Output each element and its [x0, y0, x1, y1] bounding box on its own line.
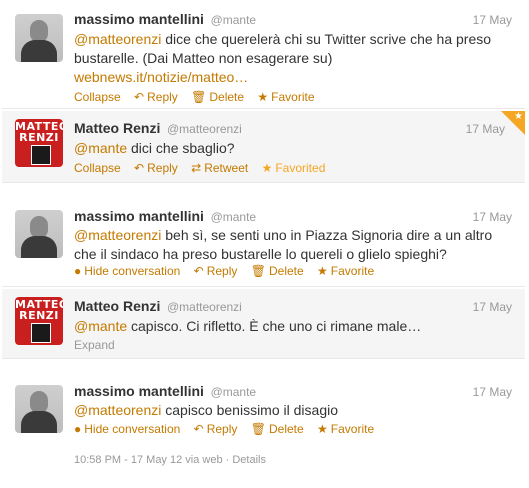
- tweet-text: @matteorenzi capisco benissimo il disagi…: [74, 401, 514, 420]
- author-name[interactable]: massimo mantellini: [74, 11, 204, 27]
- reply-button[interactable]: ↶ Reply: [194, 422, 238, 436]
- retweet-button[interactable]: ⇄ Retweet: [191, 161, 248, 175]
- reply-button[interactable]: ↶ Reply: [134, 161, 178, 175]
- tweet-text: @mante capisco. Ci rifletto. È che uno c…: [74, 317, 514, 336]
- author-handle[interactable]: @mante: [211, 210, 257, 224]
- avatar-logo-line: RENZI: [19, 309, 59, 322]
- delete-button[interactable]: 🗑 Delete: [191, 90, 244, 104]
- reply-arrow-icon: ↶: [193, 422, 204, 436]
- retweet-icon: ⇄: [191, 161, 202, 175]
- hide-conversation-label: Hide conversation: [84, 422, 181, 436]
- avatar[interactable]: [15, 210, 63, 258]
- tweet-2[interactable]: ★ MATTEO RENZI Matteo Renzi @matteorenzi…: [2, 111, 525, 183]
- avatar[interactable]: [15, 14, 63, 62]
- trash-icon: 🗑: [250, 422, 266, 436]
- tweet-date[interactable]: 17 May: [473, 13, 512, 27]
- favorite-button[interactable]: ★ Favorite: [317, 264, 374, 278]
- author-name[interactable]: massimo mantellini: [74, 208, 204, 224]
- avatar[interactable]: MATTEO RENZI: [15, 297, 63, 345]
- author-handle[interactable]: @matteorenzi: [167, 122, 242, 136]
- tweet-date[interactable]: 17 May: [473, 210, 512, 224]
- star-icon: ★: [257, 90, 269, 104]
- favorite-label: Favorite: [330, 264, 375, 278]
- reply-button[interactable]: ↶ Reply: [194, 264, 238, 278]
- tweet-body: dici che sbaglio?: [127, 140, 235, 156]
- reply-arrow-icon: ↶: [134, 90, 145, 104]
- mention-link[interactable]: @matteorenzi: [74, 227, 161, 243]
- reply-label: Reply: [147, 161, 178, 175]
- tweet-5[interactable]: massimo mantellini @mante 17 May @matteo…: [2, 377, 525, 485]
- tweet-date[interactable]: 17 May: [473, 385, 512, 399]
- reply-arrow-icon: ↶: [193, 264, 204, 278]
- tweet-1[interactable]: massimo mantellini @mante 17 May @matteo…: [2, 4, 525, 109]
- tweet-actions: ● Hide conversation ↶ Reply 🗑 Delete ★ Favor…: [74, 422, 384, 436]
- tweet-timestamp[interactable]: 10:58 PM - 17 May 12 via web · Details: [74, 454, 266, 466]
- author-name[interactable]: Matteo Renzi: [74, 120, 160, 136]
- favorited-button[interactable]: ★ Favorited: [262, 161, 326, 175]
- mention-link[interactable]: @matteorenzi: [74, 31, 161, 47]
- author-name[interactable]: massimo mantellini: [74, 383, 204, 399]
- collapse-button[interactable]: Collapse: [74, 161, 121, 175]
- delete-label: Delete: [268, 264, 304, 278]
- retweet-label: Retweet: [204, 161, 249, 175]
- favorite-label: Favorite: [330, 422, 375, 436]
- hide-conversation-button[interactable]: ● Hide conversation: [74, 422, 180, 436]
- expand-link[interactable]: Expand: [74, 338, 115, 352]
- star-icon: ★: [514, 111, 523, 122]
- conversation-bubble-icon: ●: [74, 264, 82, 278]
- reply-arrow-icon: ↶: [134, 161, 145, 175]
- tweet-4[interactable]: MATTEO RENZI Matteo Renzi @matteorenzi 1…: [2, 289, 525, 359]
- star-icon: ★: [261, 161, 273, 175]
- reply-label: Reply: [147, 90, 178, 104]
- star-icon: ★: [317, 264, 328, 278]
- avatar[interactable]: [15, 385, 63, 433]
- author-handle[interactable]: @matteorenzi: [167, 300, 242, 314]
- delete-label: Delete: [268, 422, 304, 436]
- tweet-date[interactable]: 17 May: [466, 122, 505, 136]
- reply-label: Reply: [206, 422, 238, 436]
- tweet-actions: Collapse ↶ Reply ⇄ Retweet ★ Favorited: [74, 161, 335, 175]
- tweet-text: @mante dici che sbaglio?: [74, 139, 514, 158]
- delete-button[interactable]: 🗑 Delete: [251, 264, 304, 278]
- url-link[interactable]: webnews.it/notizie/matteo…: [74, 69, 248, 85]
- mention-link[interactable]: @mante: [74, 140, 127, 156]
- tweet-text: @matteorenzi beh sì, se senti uno in Pia…: [74, 226, 514, 264]
- tweet-actions: ● Hide conversation ↶ Reply 🗑 Delete ★ Favor…: [74, 264, 384, 278]
- favorite-label: Favorite: [271, 90, 315, 104]
- favorite-button[interactable]: ★ Favorite: [257, 90, 314, 104]
- reply-label: Reply: [206, 264, 238, 278]
- avatar-logo-line: RENZI: [19, 131, 59, 144]
- conversation-bubble-icon: ●: [74, 422, 82, 436]
- tweet-date[interactable]: 17 May: [473, 300, 512, 314]
- author-name[interactable]: Matteo Renzi: [74, 298, 160, 314]
- author-handle[interactable]: @mante: [211, 13, 257, 27]
- tweet-body: capisco benissimo il disagio: [161, 402, 338, 418]
- mention-link[interactable]: @matteorenzi: [74, 402, 161, 418]
- reply-button[interactable]: ↶ Reply: [134, 90, 178, 104]
- collapse-button[interactable]: Collapse: [74, 90, 121, 104]
- trash-icon: 🗑: [191, 90, 207, 104]
- star-icon: ★: [317, 422, 328, 436]
- mention-link[interactable]: @mante: [74, 318, 127, 334]
- hide-conversation-label: Hide conversation: [84, 264, 181, 278]
- favorite-button[interactable]: ★ Favorite: [317, 422, 374, 436]
- favorited-label: Favorited: [275, 161, 326, 175]
- delete-label: Delete: [209, 90, 245, 104]
- tweet-3[interactable]: massimo mantellini @mante 17 May @matteo…: [2, 202, 525, 287]
- delete-button[interactable]: 🗑 Delete: [251, 422, 304, 436]
- tweet-actions: Collapse ↶ Reply 🗑 Delete ★ Favorite: [74, 90, 325, 104]
- tweet-text: @matteorenzi dice che querelerà chi su T…: [74, 30, 514, 87]
- avatar[interactable]: MATTEO RENZI: [15, 119, 63, 167]
- tweet-body: capisco. Ci rifletto. È che uno ci riman…: [127, 318, 422, 334]
- trash-icon: 🗑: [250, 264, 266, 278]
- author-handle[interactable]: @mante: [211, 385, 257, 399]
- hide-conversation-button[interactable]: ● Hide conversation: [74, 264, 180, 278]
